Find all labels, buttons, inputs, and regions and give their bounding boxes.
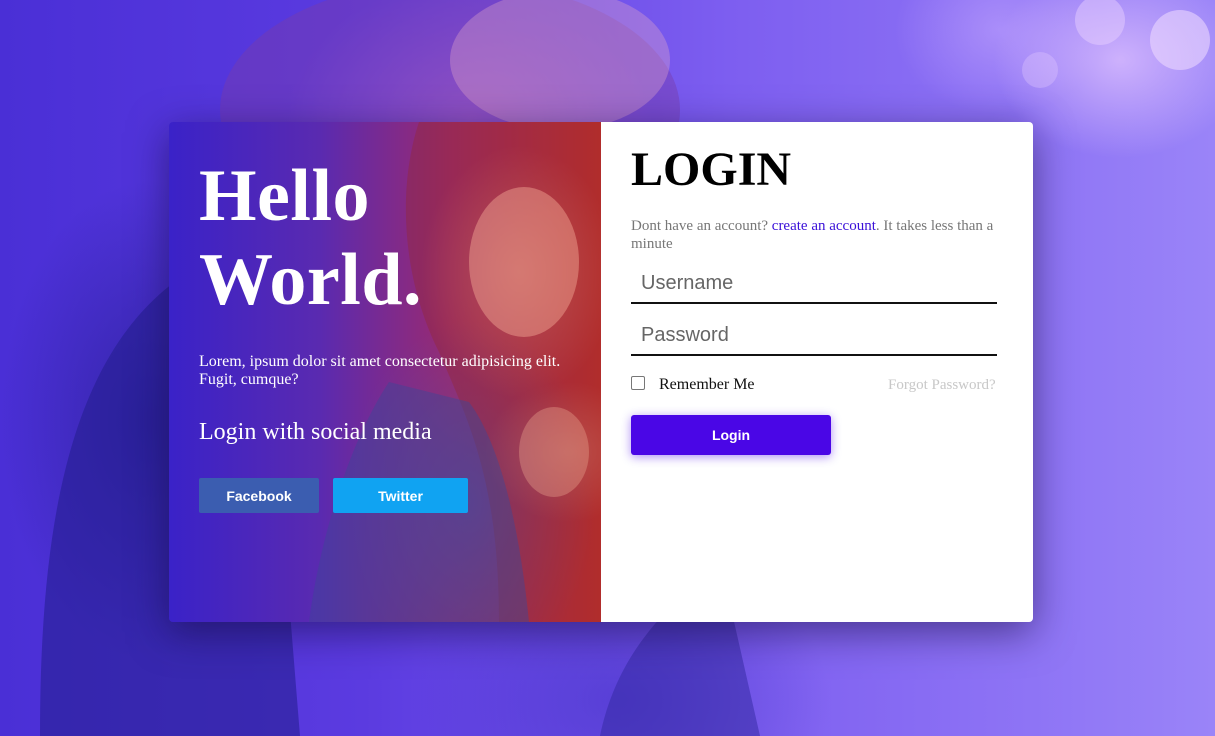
login-form-panel: LOGIN Dont have an account? create an ac… [601,122,1033,622]
hero-description: Lorem, ipsum dolor sit amet consectetur … [199,353,561,388]
signup-prompt: Dont have an account? create an account.… [631,217,1001,253]
hero-panel: Hello World. Lorem, ipsum dolor sit amet… [169,122,601,622]
password-input[interactable] [631,316,997,356]
forgot-password-link[interactable]: Forgot Password? [888,377,996,394]
hero-title-line2: World. [199,239,422,321]
login-card: Hello World. Lorem, ipsum dolor sit amet… [169,122,1033,622]
username-input[interactable] [631,264,997,304]
remember-me-checkbox[interactable] [631,376,645,390]
login-title: LOGIN [631,143,792,196]
remember-me-label: Remember Me [659,376,755,393]
social-login-heading: Login with social media [199,419,432,445]
signup-prefix: Dont have an account? [631,218,772,234]
facebook-login-button[interactable]: Facebook [199,478,319,513]
hero-title-line1: Hello [199,155,371,237]
hero-title: Hello World. [199,154,422,322]
twitter-login-button[interactable]: Twitter [333,478,468,513]
create-account-link[interactable]: create an account [772,218,876,234]
login-button[interactable]: Login [631,415,831,455]
remember-me[interactable]: Remember Me [631,376,755,394]
